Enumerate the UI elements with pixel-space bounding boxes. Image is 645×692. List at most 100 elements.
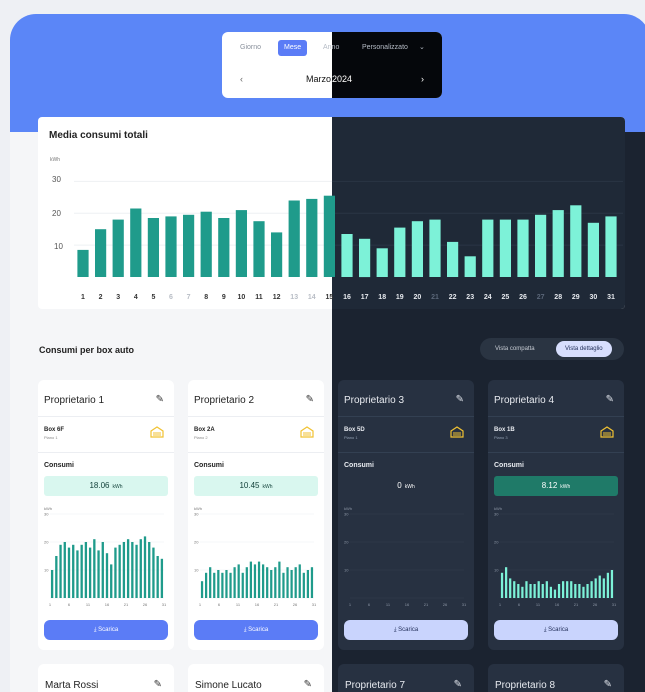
box-floor: Piano 2: [194, 435, 208, 440]
pencil-icon[interactable]: ✎: [454, 679, 462, 690]
download-label: Scarica: [548, 627, 569, 633]
mini-bar: [249, 561, 253, 598]
mini-x-tick: 11: [86, 602, 91, 607]
pencil-icon[interactable]: ✎: [306, 394, 314, 405]
chevron-right-icon[interactable]: ›: [421, 74, 424, 84]
bar-day-24: [482, 219, 494, 277]
mini-bar: [55, 556, 58, 598]
mini-bar: [156, 556, 159, 598]
box-card-7: Proprietario 7 ✎: [338, 664, 474, 692]
consumi-label: Consumi: [44, 462, 74, 469]
x-tick-label: 26: [519, 294, 527, 301]
dashboard-frame: Giorno Mese Anno Personalizzato ⌄ ‹ Marz…: [10, 14, 645, 692]
consumption-unit: kWh: [560, 484, 571, 490]
mini-bar: [143, 536, 147, 598]
download-button[interactable]: ⤓ Scarica: [194, 620, 318, 640]
mini-bar: [204, 572, 208, 598]
bar-day-3: [112, 219, 124, 277]
chevron-down-icon[interactable]: ⌄: [419, 40, 425, 56]
mini-bar: [504, 567, 508, 598]
mini-x-tick: 6: [218, 602, 221, 607]
tab-giorno[interactable]: Giorno: [240, 40, 261, 56]
mini-bar: [306, 570, 310, 598]
tab-personalizzato[interactable]: Personalizzato: [362, 40, 408, 56]
mini-bar: [578, 584, 581, 598]
pencil-icon[interactable]: ✎: [456, 394, 464, 405]
pencil-icon[interactable]: ✎: [604, 679, 612, 690]
owner-name: Proprietario 2: [194, 395, 255, 406]
pencil-icon[interactable]: ✎: [304, 679, 312, 690]
bar-day-11: [253, 221, 265, 277]
bar-day-7: [183, 214, 195, 277]
mini-bar: [257, 561, 261, 598]
x-tick-label: 18: [378, 294, 386, 301]
view-toggle: Vista compatta Vista dettaglio: [480, 338, 624, 360]
mini-bar: [294, 567, 297, 598]
mini-bar: [50, 570, 54, 598]
mini-bar: [245, 567, 248, 598]
tab-anno[interactable]: Anno: [323, 40, 339, 56]
mini-bar: [533, 584, 536, 598]
mini-x-tick: 31: [162, 602, 167, 607]
avg-consumption-bar-chart: 1 2 3 4 5 6 7 8 9 10 11 12 13 14 15 16 17 18 19 20 21 22 23 24 2…: [74, 180, 623, 301]
pencil-icon[interactable]: ✎: [154, 679, 162, 690]
x-tick-label: 21: [431, 294, 439, 301]
garage-icon: [300, 426, 314, 438]
mini-bar: [152, 547, 155, 598]
x-tick-label: 2: [99, 294, 103, 301]
consumption-number: 0: [397, 481, 402, 490]
mini-bar: [594, 578, 597, 598]
x-tick-label: 24: [484, 294, 492, 301]
divider: [488, 452, 624, 453]
mini-bar: [217, 570, 220, 598]
mini-bar: [139, 539, 142, 598]
download-button[interactable]: ⤓ Scarica: [494, 620, 618, 640]
consumption-value: 8.12 kWh: [494, 476, 618, 496]
mini-x-tick: 26: [593, 602, 598, 607]
bar-day-29: [570, 205, 582, 277]
mini-bar: [561, 581, 565, 598]
mini-bar: [213, 572, 216, 598]
owner-name: Proprietario 4: [494, 395, 555, 406]
mini-x-tick: 16: [105, 602, 110, 607]
bar-day-14: [306, 198, 318, 277]
chevron-left-icon[interactable]: ‹: [240, 74, 243, 84]
mini-bar: [290, 570, 293, 598]
box-consumption-chart: kWh3020101 6 11 16 21 26 31: [44, 506, 167, 607]
garage-icon: [150, 426, 164, 438]
download-icon: ⤓: [243, 627, 247, 633]
mini-bar: [521, 586, 524, 598]
tab-mese[interactable]: Mese: [278, 40, 308, 56]
box-card-4: Proprietario 4 ✎ Box 1B Piano 3 Consumi …: [488, 380, 624, 650]
mini-bar: [282, 572, 285, 598]
divider: [338, 452, 474, 453]
x-tick-label: 5: [151, 294, 155, 301]
view-detail-button[interactable]: Vista dettaglio: [556, 341, 612, 357]
download-button[interactable]: ⤓ Scarica: [344, 620, 468, 640]
mini-x-tick: 1: [49, 602, 52, 607]
x-tick-label: 20: [414, 294, 422, 301]
consumption-unit: kWh: [262, 484, 273, 490]
bar-day-9: [218, 218, 230, 277]
mini-bar: [97, 550, 100, 598]
view-compact-button[interactable]: Vista compatta: [486, 341, 544, 357]
box-card-2: Proprietario 2 ✎ Box 2A Piano 2 Consumi …: [188, 380, 324, 650]
bar-day-19: [394, 227, 406, 277]
pencil-icon[interactable]: ✎: [156, 394, 164, 405]
mini-x-tick: 21: [124, 602, 129, 607]
bar-day-22: [447, 241, 459, 277]
x-tick-label: 6: [169, 294, 173, 301]
box-name: Box 1B: [494, 427, 515, 433]
mini-x-tick: 11: [236, 602, 241, 607]
bar-day-26: [517, 219, 529, 277]
mini-x-tick: 26: [293, 602, 298, 607]
mini-bar: [67, 547, 71, 598]
bar-day-1: [77, 249, 89, 277]
box-name: Box 5D: [344, 427, 365, 433]
download-button[interactable]: ⤓ Scarica: [44, 620, 168, 640]
mini-bar: [517, 584, 520, 598]
mini-y-tick: 30: [194, 512, 199, 517]
mini-bar: [310, 567, 314, 598]
x-tick-label: 4: [134, 294, 138, 301]
pencil-icon[interactable]: ✎: [606, 394, 614, 405]
